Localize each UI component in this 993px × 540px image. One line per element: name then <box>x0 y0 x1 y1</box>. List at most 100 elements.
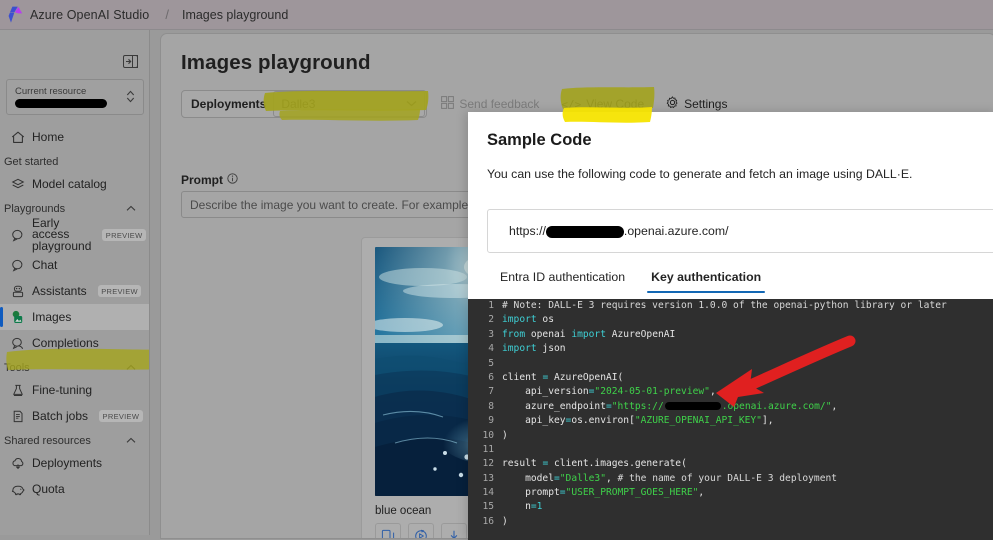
tab-entra-id-authentication[interactable]: Entra ID authentication <box>487 262 638 293</box>
preview-badge: PREVIEW <box>99 410 143 422</box>
code-line-number: 2 <box>488 314 494 326</box>
sidebar-item-early-access-playground[interactable]: Early access playground PREVIEW <box>0 215 149 253</box>
code-line-content: azure_endpoint="https://​.openai.azure.c… <box>502 400 837 414</box>
deployments-label: Deployments <box>191 97 267 111</box>
current-resource-selector[interactable]: Current resource <box>6 79 144 115</box>
page-title: Images playground <box>181 51 371 74</box>
code-line-number: 3 <box>488 328 494 340</box>
code-token: client.images.generate( <box>548 458 687 470</box>
code-token: ], <box>761 415 774 427</box>
chevron-up-icon <box>126 437 136 446</box>
sidebar-item-label: Model catalog <box>32 176 107 191</box>
breadcrumb: Images playground <box>181 7 289 22</box>
code-token: "AZURE_OPENAI_API_KEY" <box>634 415 762 427</box>
fine-tuning-icon <box>10 383 25 398</box>
code-line-number: 4 <box>488 343 494 355</box>
code-line: 10) <box>468 429 993 443</box>
code-line-number: 16 <box>482 515 494 527</box>
sidebar-item-label: Batch jobs <box>32 408 89 423</box>
code-line: 8 azure_endpoint="https://​.openai.azure… <box>468 400 993 414</box>
sidebar-item-model-catalog[interactable]: Model catalog <box>0 171 149 197</box>
chat-bubble-icon <box>10 258 25 273</box>
chevron-updown-icon <box>126 89 135 106</box>
code-token: model <box>502 472 554 484</box>
endpoint-field[interactable]: https:// .openai.azure.com/ <box>487 209 993 253</box>
code-token: import <box>502 343 537 355</box>
sidebar-item-images[interactable]: Images <box>0 304 149 330</box>
code-token: , <box>831 400 838 412</box>
sidebar-item-label: Fine-tuning <box>32 382 93 397</box>
chat-bubble-icon <box>10 228 25 243</box>
info-icon[interactable] <box>227 173 238 187</box>
code-line: 7 api_version="2024-05-01-preview", <box>468 385 993 399</box>
code-token: , <box>709 386 716 398</box>
code-token: "2024-05-01-preview" <box>594 386 710 398</box>
code-line: 16) <box>468 515 993 529</box>
sidebar-item-deployments[interactable]: Deployments <box>0 450 149 476</box>
sidebar-section-playgrounds[interactable]: Playgrounds <box>0 197 149 218</box>
code-token: , <box>605 472 618 484</box>
code-line-content: n=1 <box>502 500 542 514</box>
deployments-icon <box>10 456 25 471</box>
endpoint-prefix: https:// <box>509 224 546 238</box>
code-line-number: 11 <box>482 443 494 455</box>
panel-collapse-icon[interactable] <box>120 52 141 71</box>
sidebar-item-label: Early access playground <box>32 215 92 253</box>
code-line-content: import os <box>502 313 554 327</box>
sidebar-item-label: Quota <box>32 481 65 496</box>
deployments-group: Deployments Dalle3 <box>181 90 428 118</box>
top-bar: Azure OpenAI Studio / Images playground <box>0 0 993 30</box>
code-token: 1 <box>536 501 543 513</box>
sidebar-section-shared-resources[interactable]: Shared resources <box>0 429 149 450</box>
settings-label: Settings <box>684 97 728 111</box>
tab-key-authentication[interactable]: Key authentication <box>638 262 774 293</box>
code-token: from <box>502 328 526 340</box>
code-line: 9 api_key=os.environ["AZURE_OPENAI_API_K… <box>468 414 993 428</box>
code-line-content: model="Dalle3", # the name of your DALL-… <box>502 472 837 486</box>
code-line-content: import json <box>502 342 566 356</box>
current-resource-label: Current resource <box>15 86 87 97</box>
assistant-icon <box>10 284 25 299</box>
sidebar-section-tools[interactable]: Tools <box>0 356 149 377</box>
code-line-number: 12 <box>482 458 494 470</box>
chevron-up-icon <box>126 364 136 373</box>
code-line-number: 9 <box>488 415 494 427</box>
sidebar-item-completions[interactable]: Completions <box>0 330 149 356</box>
code-line-number: 15 <box>482 501 494 513</box>
sidebar-item-batch-jobs[interactable]: Batch jobs PREVIEW <box>0 403 149 429</box>
sidebar-section-label: Playgrounds <box>4 203 66 215</box>
code-token: AzureOpenAI <box>605 328 676 340</box>
deployments-dropdown[interactable]: Dalle3 <box>273 91 426 117</box>
home-icon <box>10 130 25 145</box>
batch-jobs-icon <box>10 409 25 424</box>
code-token: import <box>571 328 606 340</box>
copy-button[interactable] <box>375 523 401 538</box>
redacted-resource-name <box>15 99 107 108</box>
code-line-number: 14 <box>482 487 494 499</box>
sidebar-item-label: Home <box>32 129 65 144</box>
app-brand[interactable]: Azure OpenAI Studio <box>30 8 149 22</box>
sidebar-item-quota[interactable]: Quota <box>0 476 149 502</box>
sidebar-item-home[interactable]: Home <box>0 124 149 150</box>
code-token: "USER_PROMPT_GOES_HERE" <box>565 487 699 499</box>
sidebar-item-assistants[interactable]: Assistants PREVIEW <box>0 278 149 304</box>
code-line: 1 # Note: DALL-E 3 requires version 1.0.0… <box>468 299 993 313</box>
code-brackets-icon: </> <box>561 97 582 111</box>
regenerate-button[interactable] <box>408 523 434 538</box>
sidebar-item-chat[interactable]: Chat <box>0 252 149 278</box>
sidebar-item-label: Assistants <box>32 283 87 298</box>
download-button[interactable] <box>441 523 467 538</box>
code-token: AzureOpenAI( <box>548 371 624 383</box>
code-block[interactable]: 1 # Note: DALL-E 3 requires version 1.0.0… <box>468 299 993 540</box>
sample-code-description: You can use the following code to genera… <box>487 167 913 181</box>
sidebar-item-fine-tuning[interactable]: Fine-tuning <box>0 377 149 403</box>
code-token: n <box>502 501 531 513</box>
code-token: ) <box>502 429 508 441</box>
gear-icon <box>666 96 679 112</box>
code-token: ) <box>502 515 508 527</box>
code-line-content: api_key=os.environ["AZURE_OPENAI_API_KEY… <box>502 414 774 428</box>
chevron-down-icon <box>406 99 417 109</box>
code-line: 13 model="Dalle3", # the name of your DA… <box>468 472 993 486</box>
code-token: os <box>536 314 554 326</box>
code-line: 5 <box>468 357 993 371</box>
